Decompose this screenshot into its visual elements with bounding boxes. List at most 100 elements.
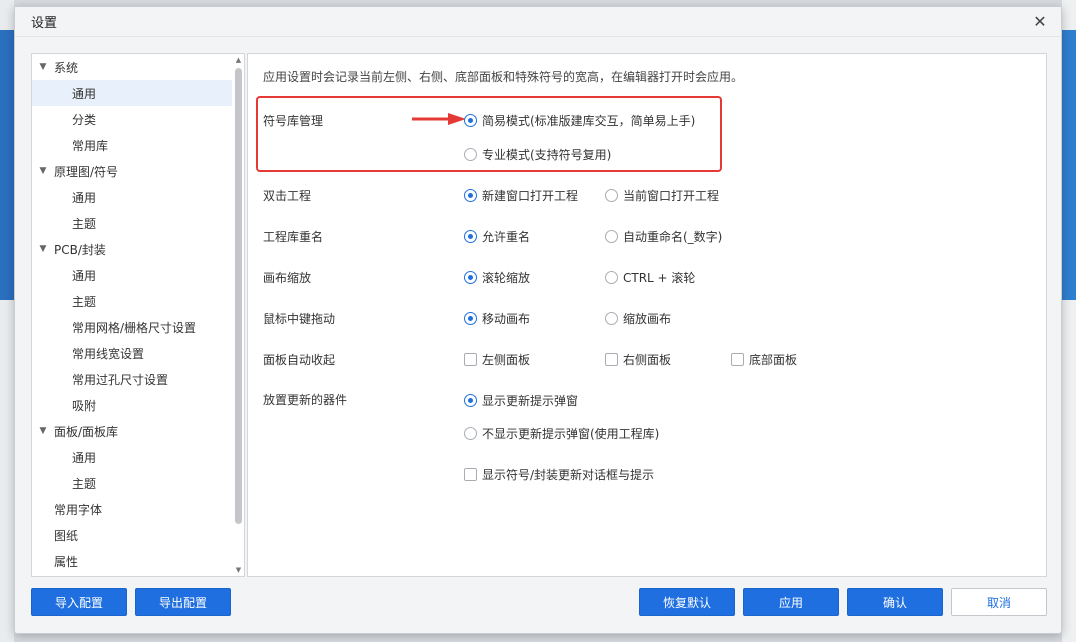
radio-icon[interactable] [605,189,618,202]
option-label: CTRL + 滚轮 [623,271,696,285]
option-label: 允许重名 [482,230,531,244]
tree-item-panel-general[interactable]: 通用 [32,444,244,470]
radio-allow-rename[interactable]: 允许重名 [464,228,530,245]
tree-item-system-category[interactable]: 分类 [32,106,244,132]
tree-item-label: 通用 [72,450,97,465]
ok-button[interactable]: 确认 [847,588,943,616]
checkbox-left-panel[interactable]: 左侧面板 [464,351,530,368]
radio-ctrl-wheel[interactable]: CTRL + 滚轮 [605,269,695,286]
tree-item-fonts[interactable]: 常用字体 [32,496,244,522]
tree-group-schematic[interactable]: ▼ 原理图/符号 [32,158,244,184]
tree-group-system[interactable]: ▼ 系统 [32,54,244,80]
option-label: 移动画布 [482,312,531,326]
settings-tree: ▼ 系统 通用 分类 常用库 ▼ 原理图/符号 通用 主题 ▼ PCB/封装 通… [31,53,245,577]
scroll-up-icon[interactable]: ▲ [234,56,243,64]
tree-item-pcb-grid[interactable]: 常用网格/栅格尺寸设置 [32,314,244,340]
radio-move-canvas[interactable]: 移动画布 [464,310,530,327]
radio-wheel-zoom[interactable]: 滚轮缩放 [464,269,530,286]
radio-icon[interactable] [464,148,477,161]
radio-simple-mode[interactable]: 简易模式(标准版建库交互，简单易上手) [464,112,695,129]
row-label-middle-drag: 鼠标中键拖动 [263,312,336,326]
radio-selected-icon[interactable] [464,394,477,407]
radio-icon[interactable] [605,230,618,243]
import-config-button[interactable]: 导入配置 [31,588,127,616]
close-icon[interactable]: ✕ [1031,12,1049,31]
dialog-title-bar: 设置 ✕ [15,7,1061,37]
tree-group-panel[interactable]: ▼ 面板/面板库 [32,418,244,444]
tree-item-label: 通用 [72,268,97,283]
tree-item-label: 常用库 [72,138,109,153]
tree-group-label: 系统 [54,60,79,75]
background-right-panel [1062,0,1076,642]
tree-item-pcb-general[interactable]: 通用 [32,262,244,288]
row-label-auto-collapse: 面板自动收起 [263,353,336,367]
settings-content: 应用设置时会记录当前左侧、右侧、底部面板和特殊符号的宽高，在编辑器打开时会应用。… [247,53,1047,577]
tree-item-panel-theme[interactable]: 主题 [32,470,244,496]
tree-item-label: 通用 [72,190,97,205]
tree-group-label: PCB/封装 [54,242,106,257]
radio-show-update-popup[interactable]: 显示更新提示弹窗 [464,392,578,409]
radio-selected-icon[interactable] [464,230,477,243]
sidebar-scrollbar[interactable] [235,68,242,524]
radio-hide-update-popup[interactable]: 不显示更新提示弹窗(使用工程库) [464,425,659,442]
tree-item-system-general[interactable]: 通用 [32,80,232,106]
radio-pro-mode[interactable]: 专业模式(支持符号复用) [464,146,611,163]
export-config-button[interactable]: 导出配置 [135,588,231,616]
tree-item-pcb-theme[interactable]: 主题 [32,288,244,314]
tree-item-system-common-lib[interactable]: 常用库 [32,132,244,158]
tree-item-pcb-snap[interactable]: 吸附 [32,392,244,418]
option-label: 专业模式(支持符号复用) [482,148,612,162]
radio-new-window[interactable]: 新建窗口打开工程 [464,187,578,204]
tree-item-pcb-via[interactable]: 常用过孔尺寸设置 [32,366,244,392]
checkbox-bottom-panel[interactable]: 底部面板 [731,351,797,368]
apply-button[interactable]: 应用 [743,588,839,616]
option-label: 滚轮缩放 [482,271,531,285]
tree-item-pcb-linewidth[interactable]: 常用线宽设置 [32,340,244,366]
tree-group-pcb[interactable]: ▼ PCB/封装 [32,236,244,262]
tree-item-label: 常用字体 [54,502,103,517]
scroll-down-icon[interactable]: ▼ [234,566,243,574]
tree-item-sheet[interactable]: 图纸 [32,522,244,548]
tree-group-label: 原理图/符号 [54,164,119,179]
tree-item-label: 常用线宽设置 [72,346,145,361]
option-label: 新建窗口打开工程 [482,189,579,203]
settings-dialog: 设置 ✕ ▼ 系统 通用 分类 常用库 ▼ 原理图/符号 通用 主题 ▼ PCB… [14,6,1062,634]
settings-description: 应用设置时会记录当前左侧、右侧、底部面板和特殊符号的宽高，在编辑器打开时会应用。 [263,70,744,84]
restore-default-button[interactable]: 恢复默认 [639,588,735,616]
radio-selected-icon[interactable] [464,189,477,202]
radio-selected-icon[interactable] [464,271,477,284]
caret-down-icon[interactable]: ▼ [38,244,48,254]
row-label-double-click: 双击工程 [263,189,312,203]
caret-down-icon[interactable]: ▼ [38,426,48,436]
checkbox-icon[interactable] [464,353,477,366]
tree-item-label: 吸附 [72,398,97,413]
radio-icon[interactable] [605,271,618,284]
checkbox-show-update-dialog[interactable]: 显示符号/封装更新对话框与提示 [464,466,654,483]
option-label: 底部面板 [749,353,798,367]
caret-down-icon[interactable]: ▼ [38,166,48,176]
radio-auto-rename[interactable]: 自动重命名(_数字) [605,228,722,245]
background-left-panel [0,0,14,642]
tree-item-properties[interactable]: 属性 [32,548,244,574]
checkbox-icon[interactable] [605,353,618,366]
option-label: 左侧面板 [482,353,531,367]
radio-icon[interactable] [605,312,618,325]
checkbox-right-panel[interactable]: 右侧面板 [605,351,671,368]
checkbox-icon[interactable] [731,353,744,366]
tree-item-schematic-theme[interactable]: 主题 [32,210,244,236]
option-label: 简易模式(标准版建库交互，简单易上手) [482,114,696,128]
tree-item-label: 主题 [72,476,97,491]
radio-selected-icon[interactable] [464,312,477,325]
radio-icon[interactable] [464,427,477,440]
checkbox-icon[interactable] [464,468,477,481]
tree-item-label: 主题 [72,216,97,231]
radio-current-window[interactable]: 当前窗口打开工程 [605,187,719,204]
cancel-button[interactable]: 取消 [951,588,1047,616]
radio-selected-icon[interactable] [464,114,477,127]
caret-down-icon[interactable]: ▼ [38,62,48,72]
row-label-update-parts: 放置更新的器件 [263,393,348,407]
tree-group-label: 面板/面板库 [54,424,119,439]
tree-item-label: 通用 [72,86,97,101]
tree-item-schematic-general[interactable]: 通用 [32,184,244,210]
radio-zoom-canvas[interactable]: 缩放画布 [605,310,671,327]
